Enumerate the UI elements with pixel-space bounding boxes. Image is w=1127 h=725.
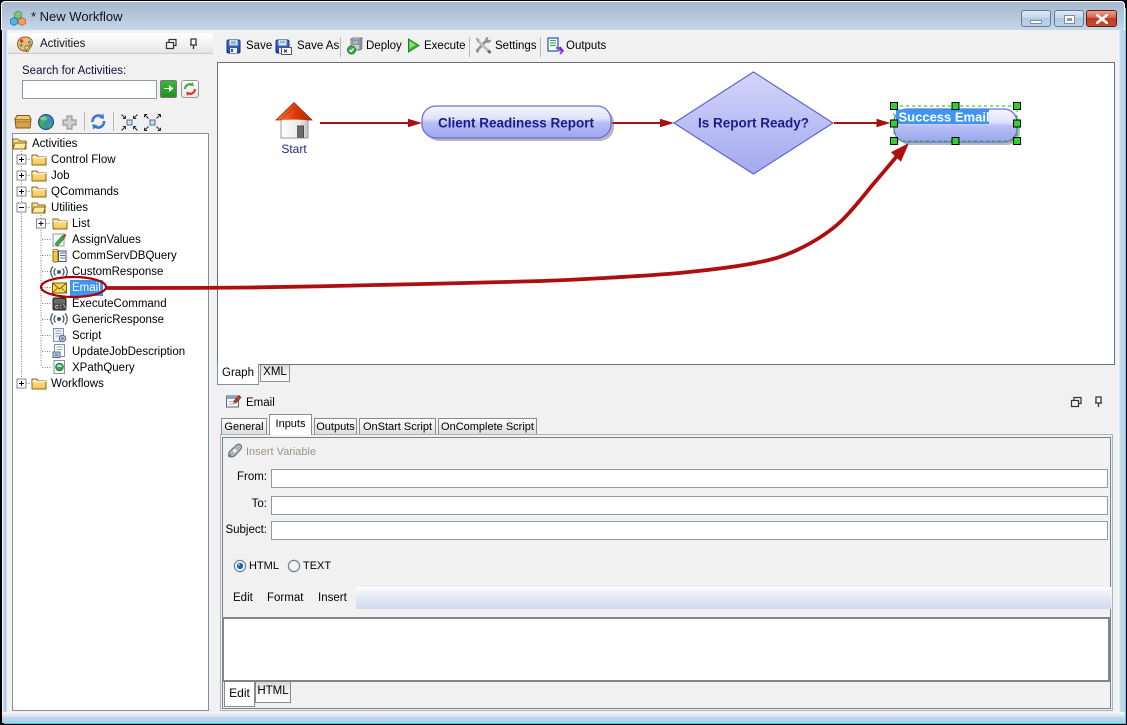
svg-text:Client Readiness Report: Client Readiness Report [438, 116, 595, 131]
svg-text:Success Email: Success Email [899, 110, 990, 125]
svg-text:Start: Start [281, 142, 307, 156]
svg-text:Is Report Ready?: Is Report Ready? [698, 116, 809, 131]
